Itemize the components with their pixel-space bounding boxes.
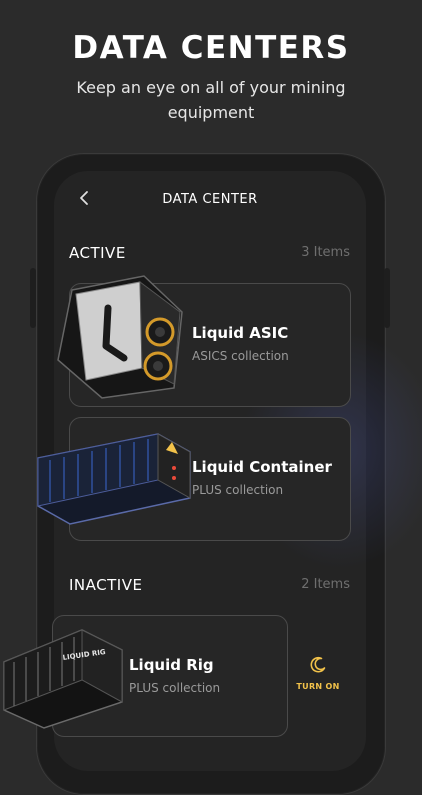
moon-icon [310,657,326,673]
device-name: Liquid Container [192,458,332,476]
phone-side-button-left [30,268,36,328]
phone-side-button-right [384,268,390,328]
chevron-left-icon [80,191,88,205]
device-collection: PLUS collection [192,483,284,497]
asic-device-icon [52,272,192,402]
hero-subtitle: Keep an eye on all of your mining equipm… [76,78,346,122]
back-button[interactable] [78,190,96,210]
section-title-inactive: INACTIVE [69,576,143,594]
device-collection: ASICS collection [192,349,289,363]
device-name: Liquid Rig [129,656,214,674]
turn-on-button[interactable]: TURN ON [292,656,344,691]
page-title: DATA CENTER [162,192,258,207]
section-count-inactive: 2 Items [301,577,350,592]
rig-device-icon: LIQUID RIG [0,622,126,732]
section-title-active: ACTIVE [69,244,126,262]
hero-title: DATA CENTERS [72,30,350,66]
container-device-icon [34,428,194,528]
device-name: Liquid ASIC [192,324,289,342]
turn-on-label: TURN ON [296,682,340,691]
section-count-active: 3 Items [301,245,350,260]
device-collection: PLUS collection [129,681,221,695]
